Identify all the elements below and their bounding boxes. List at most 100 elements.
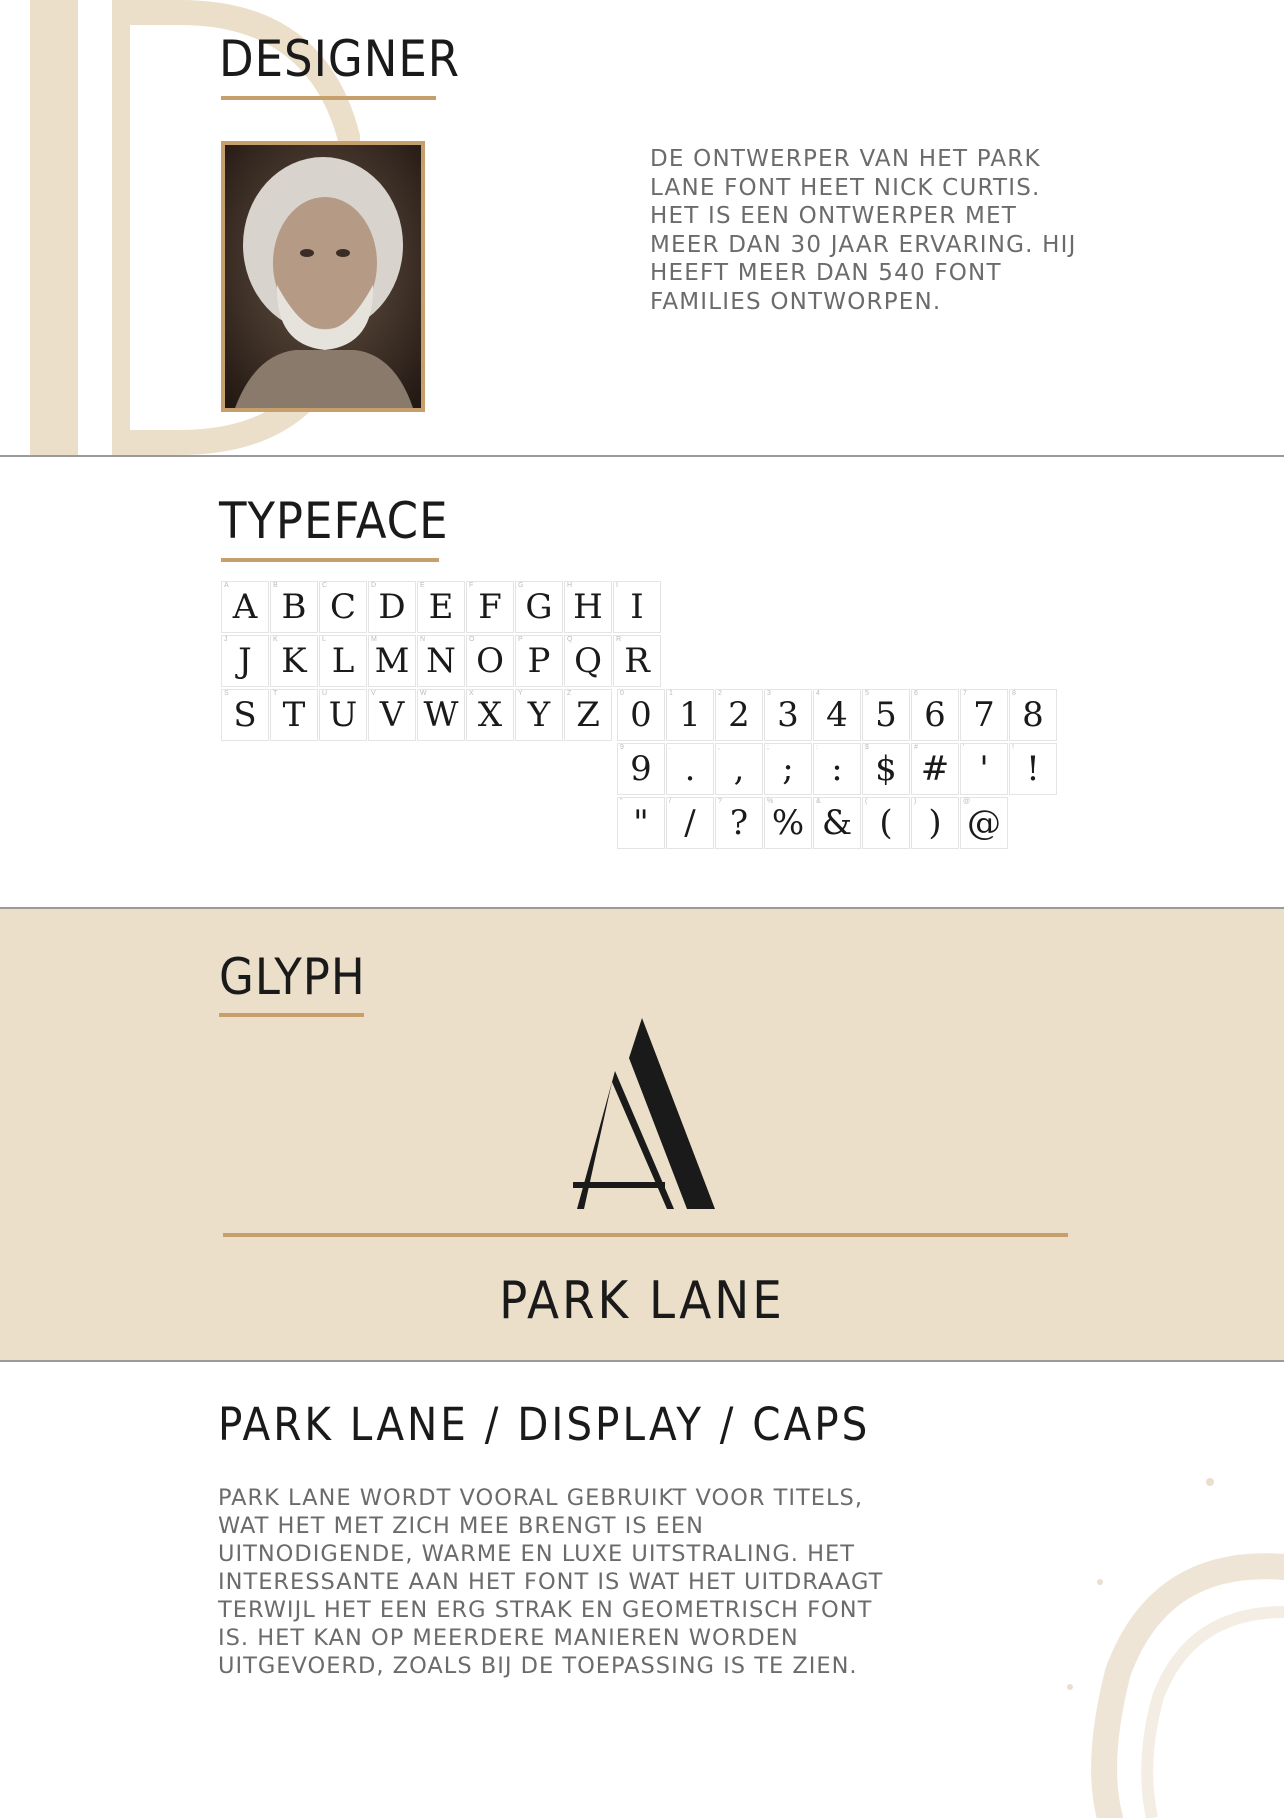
glyph-char: ;: [782, 749, 794, 789]
glyph-char: 5: [875, 695, 897, 735]
glyph-cell-index: 1: [669, 690, 673, 697]
glyph-cell-letter-1-0: JJ: [221, 635, 269, 687]
glyph-cell-index: G: [518, 582, 524, 589]
glyph-cell-index: H: [567, 582, 573, 589]
usage-section: PARK LANE / DISPLAY / CAPS Park Lane wor…: [0, 1362, 1284, 1818]
glyph-char: H: [573, 587, 603, 627]
glyph-cell-symbol-1-2: ,,: [715, 743, 763, 795]
glyph-cell-letter-1-3: MM: [368, 635, 416, 687]
glyph-cell-letter-1-6: PP: [515, 635, 563, 687]
glyph-cell-symbol-2-7: @ @: [960, 797, 1008, 849]
glyph-char: S: [233, 695, 257, 735]
glyph-cell-index: R: [616, 636, 622, 643]
glyph-char: (: [879, 803, 893, 843]
glyph-cell-symbol-0-7: 77: [960, 689, 1008, 741]
glyph-char: /: [684, 803, 696, 843]
glyph-char: $: [875, 749, 897, 789]
glyph-cell-index: M: [371, 636, 377, 643]
glyph-cell-index: ): [914, 798, 917, 805]
glyph-cell-index: 5: [865, 690, 869, 697]
glyph-char: B: [281, 587, 307, 627]
glyph-cell-symbol-1-4: ::: [813, 743, 861, 795]
glyph-cell-index: U: [322, 690, 328, 697]
glyph-cell-symbol-0-0: 00: [617, 689, 665, 741]
glyph-char: 6: [924, 695, 946, 735]
glyph-cell-index: P: [518, 636, 523, 643]
glyph-char: 8: [1022, 695, 1044, 735]
glyph-cell-index: #: [914, 744, 918, 751]
glyph-cell-index: 7: [963, 690, 967, 697]
typeface-heading: TYPEFACE: [219, 492, 449, 550]
glyph-cell-index: K: [273, 636, 278, 643]
glyph-cell-index: ": [620, 798, 623, 805]
typeface-section: TYPEFACE AABBCCDDEEFFGGHHIIJJKKLLMMNNOOP…: [0, 456, 1284, 907]
coffee-stain-decoration: [1067, 1478, 1284, 1818]
glyph-cell-index: L: [322, 636, 326, 643]
glyph-cell-letter-0-6: GG: [515, 581, 563, 633]
glyph-cell-index: 4: [816, 690, 820, 697]
glyph-char: N: [426, 641, 456, 681]
glyph-cell-index: A: [224, 582, 229, 589]
glyph-cell-letter-0-3: DD: [368, 581, 416, 633]
glyph-cell-symbol-0-1: 11: [666, 689, 714, 741]
glyph-cell-index: 8: [1012, 690, 1016, 697]
glyph-char: @: [967, 803, 1001, 843]
glyph-char: V: [379, 695, 405, 735]
glyph-cell-index: $: [865, 744, 869, 751]
glyph-cell-index: B: [273, 582, 278, 589]
designer-heading: DESIGNER: [219, 30, 461, 88]
designer-section: DESIGNER De ontwerper van het Park Lane …: [0, 0, 1284, 455]
glyph-char: Y: [527, 695, 551, 735]
glyph-char: 7: [973, 695, 995, 735]
glyph-cell-index: T: [273, 690, 278, 697]
glyph-char: .: [684, 749, 696, 789]
glyph-char: E: [428, 587, 454, 627]
glyph-cell-index: /: [669, 798, 671, 805]
glyph-cell-symbol-2-6: )): [911, 797, 959, 849]
glyph-char: F: [478, 587, 502, 627]
glyph-char: I: [630, 587, 644, 627]
glyph-char: U: [328, 695, 358, 735]
glyph-cell-symbol-2-2: ??: [715, 797, 763, 849]
glyph-cell-index: O: [469, 636, 475, 643]
glyph-cell-letter-0-8: II: [613, 581, 661, 633]
glyph-cell-symbol-2-3: %%: [764, 797, 812, 849]
glyph-cell-symbol-2-4: & &: [813, 797, 861, 849]
glyph-char: 2: [728, 695, 750, 735]
glyph-cell-index: !: [1012, 744, 1014, 751]
glyph-cell-index: 9: [620, 744, 624, 751]
glyph-cell-symbol-1-5: $ $: [862, 743, 910, 795]
designer-photo: [221, 141, 425, 412]
glyph-cell-index: ': [963, 744, 965, 751]
glyph-char: ': [979, 749, 989, 789]
glyph-cell-letter-1-5: OO: [466, 635, 514, 687]
glyph-cell-letter-2-3: VV: [368, 689, 416, 741]
glyph-cell-symbol-0-5: 55: [862, 689, 910, 741]
glyph-char: !: [1026, 749, 1040, 789]
glyph-cell-index: (: [865, 798, 868, 805]
glyph-cell-index: E: [420, 582, 425, 589]
designer-underline: [221, 96, 436, 100]
font-name: PARK LANE: [499, 1271, 785, 1331]
glyph-cell-letter-2-5: XX: [466, 689, 514, 741]
glyph-char: G: [525, 587, 553, 627]
usage-heading: PARK LANE / DISPLAY / CAPS: [218, 1398, 871, 1451]
glyph-cell-index: 2: [718, 690, 722, 697]
glyph-cell-index: I: [616, 582, 618, 589]
glyph-cell-index: J: [224, 636, 228, 643]
glyph-char: D: [378, 587, 406, 627]
glyph-cell-index: F: [469, 582, 474, 589]
typeface-underline: [221, 558, 439, 562]
glyph-cell-letter-1-8: RR: [613, 635, 661, 687]
glyph-cell-index: .: [669, 744, 671, 751]
glyph-char: O: [476, 641, 504, 681]
glyph-char: 4: [826, 695, 848, 735]
glyph-cell-index: Y: [518, 690, 523, 697]
glyph-letter-a: [573, 1018, 715, 1209]
glyph-cell-index: %: [767, 798, 774, 805]
glyph-cell-symbol-1-3: ;;: [764, 743, 812, 795]
glyph-cell-letter-0-7: HH: [564, 581, 612, 633]
glyph-cell-symbol-0-4: 44: [813, 689, 861, 741]
glyph-cell-index: 0: [620, 690, 624, 697]
glyph-cell-letter-0-1: BB: [270, 581, 318, 633]
